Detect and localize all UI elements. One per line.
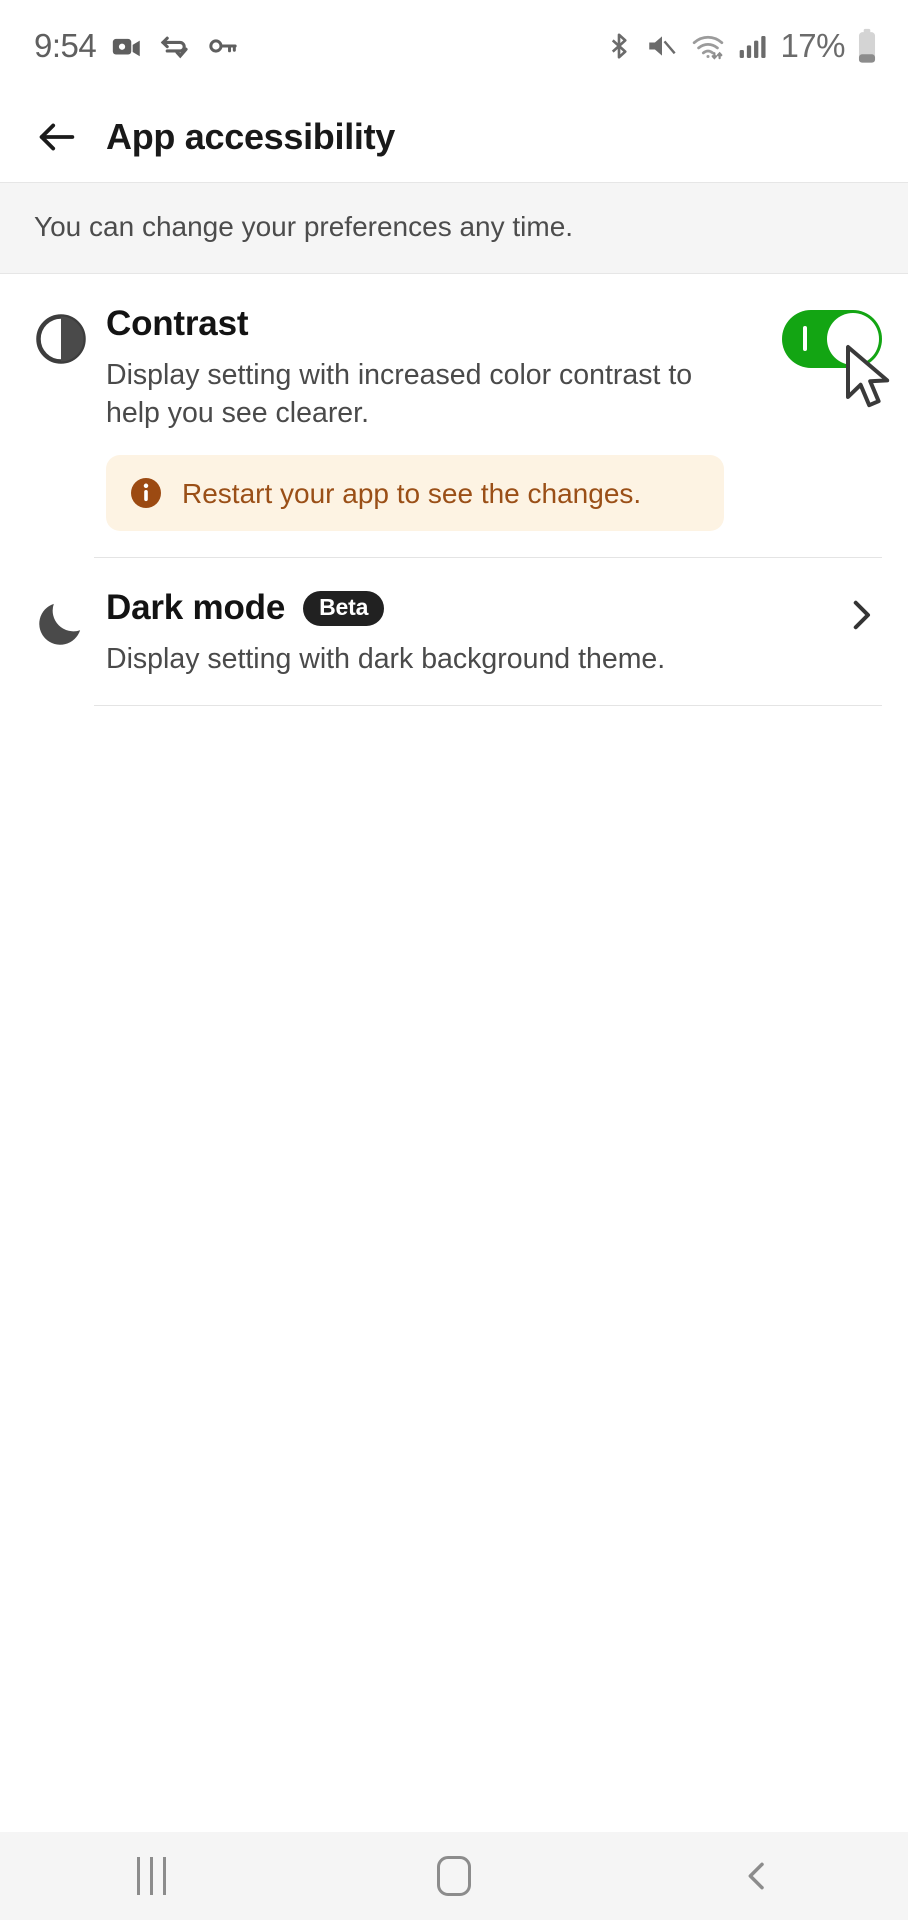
toggle-knob (827, 313, 879, 366)
restart-alert: Restart your app to see the changes. (106, 455, 724, 532)
dark-mode-description: Display setting with dark background the… (106, 643, 666, 676)
status-bar-left: 9:54 (34, 27, 240, 65)
toggle-on-mark (803, 326, 807, 352)
contrast-circle-icon (36, 314, 86, 365)
contrast-title: Contrast (106, 304, 249, 344)
nav-back-icon (748, 1862, 764, 1890)
cellular-signal-icon (740, 36, 766, 58)
chevron-right-icon[interactable] (840, 594, 882, 636)
info-circle-icon (131, 478, 161, 509)
list-divider-2 (94, 705, 882, 707)
dark-mode-title-line: Dark mode Beta (106, 588, 834, 628)
status-time: 9:54 (34, 27, 97, 64)
preferences-notice-text: You can change your preferences any time… (34, 211, 574, 242)
volume-muted-icon (649, 36, 677, 56)
app-bar: App accessibility (0, 92, 908, 182)
dark-mode-title: Dark mode (106, 588, 286, 628)
system-navigation-bar (0, 1832, 908, 1920)
contrast-title-line: Contrast (106, 304, 776, 344)
vpn-check-icon (160, 36, 188, 59)
key-icon (209, 39, 237, 53)
page-title: App accessibility (106, 116, 396, 157)
preferences-notice-banner: You can change your preferences any time… (0, 182, 908, 275)
arrow-left-icon[interactable] (34, 114, 80, 160)
status-bar: 9:54 17% (0, 0, 908, 92)
recents-icon (136, 1857, 166, 1895)
video-camera-icon (113, 38, 140, 57)
status-bar-right: 17% (604, 27, 878, 65)
dark-mode-icon-slot (34, 588, 106, 679)
battery-percent-label: 17% (780, 27, 845, 64)
dark-mode-body: Dark mode Beta Display setting with dark… (106, 588, 840, 679)
restart-alert-text: Restart your app to see the changes. (182, 477, 642, 509)
setting-row-dark-mode[interactable]: Dark mode Beta Display setting with dark… (0, 558, 908, 679)
nav-recents-button[interactable] (0, 1857, 303, 1895)
bluetooth-icon (612, 33, 627, 59)
contrast-toggle[interactable] (782, 310, 882, 369)
battery-low-icon (858, 28, 876, 63)
nav-back-button[interactable] (605, 1856, 908, 1896)
settings-list: Contrast Display setting with increased … (0, 274, 908, 707)
contrast-icon-slot (34, 304, 106, 531)
beta-badge: Beta (303, 590, 385, 626)
dark-mode-control[interactable] (840, 588, 882, 679)
wifi-icon (693, 35, 724, 60)
contrast-control (782, 304, 890, 531)
nav-home-button[interactable] (303, 1856, 606, 1896)
moon-icon (39, 604, 81, 645)
contrast-body: Contrast Display setting with increased … (106, 304, 782, 532)
setting-row-contrast[interactable]: Contrast Display setting with increased … (0, 274, 908, 532)
home-icon (437, 1856, 471, 1896)
contrast-toggle-wrap (782, 310, 890, 408)
contrast-description: Display setting with increased color con… (106, 359, 693, 430)
